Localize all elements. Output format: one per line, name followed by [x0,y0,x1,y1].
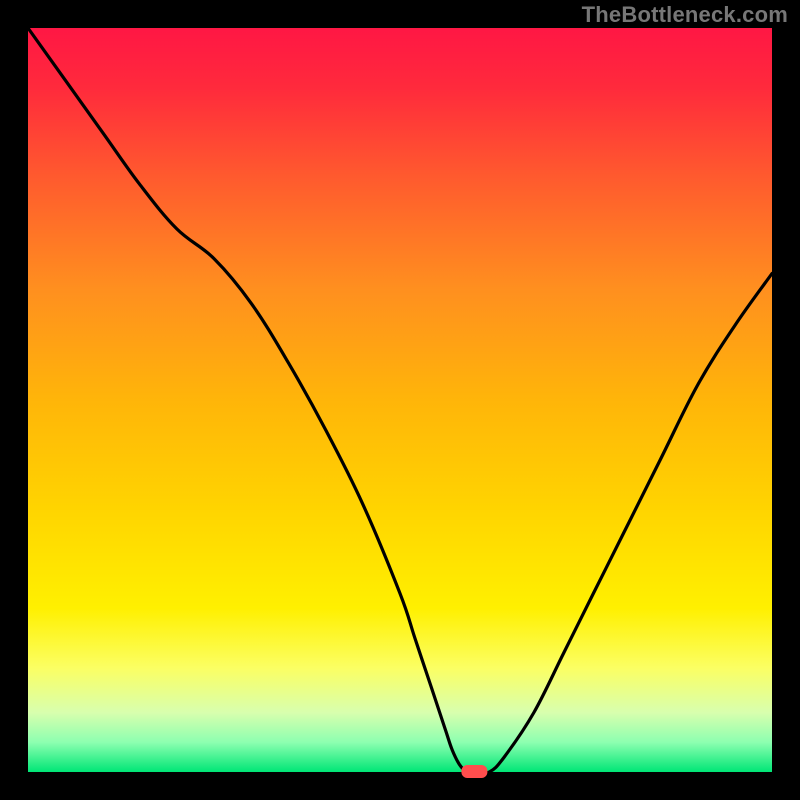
min-marker [461,765,487,778]
bottleneck-chart [0,0,800,800]
watermark-text: TheBottleneck.com [582,2,788,28]
plot-background [28,28,772,772]
